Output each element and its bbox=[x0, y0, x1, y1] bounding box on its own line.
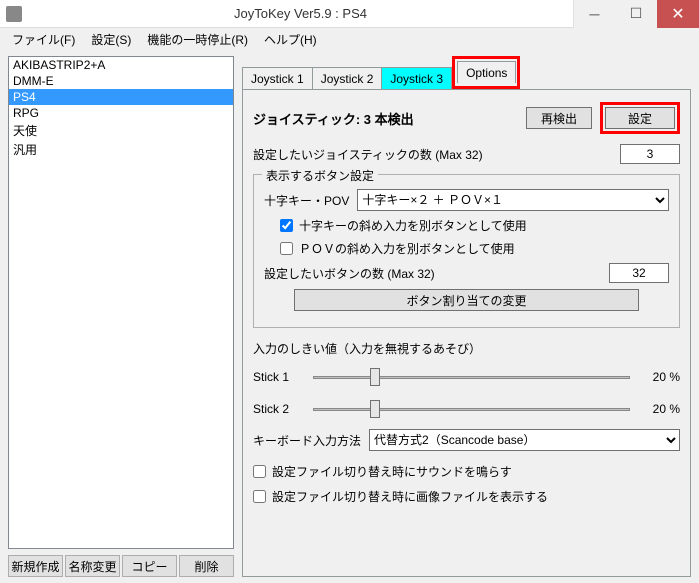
options-panel: ジョイスティック: 3 本検出 再検出 設定 設定したいジョイスティックの数 (… bbox=[242, 89, 691, 577]
pov-diag-checkbox[interactable] bbox=[280, 242, 293, 255]
stick2-value: 20 % bbox=[640, 402, 680, 416]
pov-select[interactable]: 十字キー×２ ＋ ＰＯＶ×１ bbox=[357, 189, 669, 211]
minimize-button[interactable]: ─ bbox=[573, 0, 615, 28]
profile-item[interactable]: AKIBASTRIP2+A bbox=[9, 57, 233, 73]
button-count-label: 設定したいボタンの数 (Max 32) bbox=[264, 265, 435, 282]
copy-button[interactable]: コピー bbox=[122, 555, 177, 577]
kb-method-label: キーボード入力方法 bbox=[253, 432, 361, 449]
group-legend: 表示するボタン設定 bbox=[262, 167, 378, 184]
kb-method-select[interactable]: 代替方式2（Scancode base） bbox=[369, 429, 680, 451]
button-display-group: 表示するボタン設定 十字キー・POV 十字キー×２ ＋ ＰＯＶ×１ 十字キーの斜… bbox=[253, 174, 680, 328]
menu-help[interactable]: ヘルプ(H) bbox=[256, 29, 325, 50]
profile-item[interactable]: 汎用 bbox=[9, 140, 233, 159]
button-count-input[interactable] bbox=[609, 263, 669, 283]
joystick-detect-heading: ジョイスティック: 3 本検出 bbox=[253, 109, 414, 128]
stick2-slider[interactable] bbox=[313, 397, 630, 421]
menu-pause[interactable]: 機能の一時停止(R) bbox=[139, 29, 256, 50]
profile-item[interactable]: RPG bbox=[9, 105, 233, 121]
image-checkbox[interactable] bbox=[253, 490, 266, 503]
pov-diag-label: ＰＯＶの斜め入力を別ボタンとして使用 bbox=[299, 240, 515, 257]
menu-settings[interactable]: 設定(S) bbox=[83, 29, 139, 50]
titlebar: JoyToKey Ver5.9 : PS4 ─ ☐ ✕ bbox=[0, 0, 699, 28]
stick1-label: Stick 1 bbox=[253, 370, 303, 384]
stick1-value: 20 % bbox=[640, 370, 680, 384]
profile-item[interactable]: 天使 bbox=[9, 121, 233, 140]
dpad-diag-label: 十字キーの斜め入力を別ボタンとして使用 bbox=[299, 217, 527, 234]
tab-joystick-2[interactable]: Joystick 2 bbox=[312, 67, 383, 89]
threshold-heading: 入力のしきい値（入力を無視するあそび） bbox=[253, 340, 680, 357]
rename-button[interactable]: 名称変更 bbox=[65, 555, 120, 577]
tab-joystick-3[interactable]: Joystick 3 bbox=[381, 67, 452, 89]
stick2-label: Stick 2 bbox=[253, 402, 303, 416]
app-icon bbox=[6, 6, 22, 22]
pov-label: 十字キー・POV bbox=[264, 192, 349, 209]
maximize-button[interactable]: ☐ bbox=[615, 0, 657, 28]
profile-listbox[interactable]: AKIBASTRIP2+ADMM-EPS4RPG天使汎用 bbox=[8, 56, 234, 549]
settings-button[interactable]: 設定 bbox=[605, 107, 675, 129]
close-button[interactable]: ✕ bbox=[657, 0, 699, 28]
new-button[interactable]: 新規作成 bbox=[8, 555, 63, 577]
change-assign-button[interactable]: ボタン割り当ての変更 bbox=[294, 289, 639, 311]
joystick-count-input[interactable] bbox=[620, 144, 680, 164]
joystick-count-label: 設定したいジョイスティックの数 (Max 32) bbox=[253, 146, 483, 163]
menubar: ファイル(F) 設定(S) 機能の一時停止(R) ヘルプ(H) bbox=[0, 28, 699, 50]
settings-button-highlight: 設定 bbox=[600, 102, 680, 134]
delete-button[interactable]: 削除 bbox=[179, 555, 234, 577]
options-tab-highlight: Options bbox=[452, 56, 520, 89]
tab-strip: Joystick 1Joystick 2Joystick 3Options bbox=[242, 56, 691, 89]
redetect-button[interactable]: 再検出 bbox=[526, 107, 592, 129]
dpad-diag-checkbox[interactable] bbox=[280, 219, 293, 232]
tab-joystick-1[interactable]: Joystick 1 bbox=[242, 67, 313, 89]
stick1-slider[interactable] bbox=[313, 365, 630, 389]
sound-label: 設定ファイル切り替え時にサウンドを鳴らす bbox=[272, 463, 512, 480]
tab-options[interactable]: Options bbox=[457, 61, 516, 83]
profile-item[interactable]: DMM-E bbox=[9, 73, 233, 89]
window-title: JoyToKey Ver5.9 : PS4 bbox=[28, 6, 573, 21]
menu-file[interactable]: ファイル(F) bbox=[4, 29, 83, 50]
image-label: 設定ファイル切り替え時に画像ファイルを表示する bbox=[272, 488, 548, 505]
sound-checkbox[interactable] bbox=[253, 465, 266, 478]
profile-item[interactable]: PS4 bbox=[9, 89, 233, 105]
